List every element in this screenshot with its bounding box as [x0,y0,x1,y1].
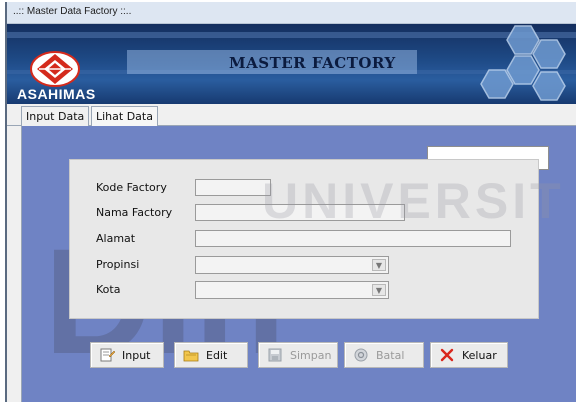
edit-button-label: Edit [206,348,228,362]
save-disk-icon [268,348,282,362]
label-alamat: Alamat [96,232,136,245]
tab-bar: Input Data Lihat Data [7,104,576,127]
keluar-button[interactable]: Keluar [430,342,508,368]
label-kode-factory: Kode Factory [96,181,167,194]
cancel-circle-icon [354,348,368,362]
batal-button-label: Batal [376,348,405,362]
master-data-factory-window: ..:: Master Data Factory ::.. MASTER FAC… [5,2,576,402]
close-x-icon [440,348,454,362]
nama-factory-input[interactable] [195,204,405,221]
hexagon-decoration-icon [480,25,566,101]
factory-form-panel: Kode Factory Nama Factory Alamat Propins… [69,159,539,319]
simpan-button-label: Simpan [290,348,332,362]
asahimas-logo-icon [30,51,80,87]
label-kota: Kota [96,283,121,296]
input-button-label: Input [122,348,151,362]
kode-factory-input[interactable] [195,179,271,196]
batal-button[interactable]: Batal [344,342,424,368]
window-titlebar[interactable]: ..:: Master Data Factory ::.. [7,2,576,24]
alamat-input[interactable] [195,230,511,247]
add-document-icon [100,348,115,362]
window-title: ..:: Master Data Factory ::.. [13,6,132,17]
kota-dropdown[interactable]: ▼ [195,281,389,299]
label-propinsi: Propinsi [96,258,140,271]
keluar-button-label: Keluar [462,348,497,362]
tab-input-data[interactable]: Input Data [21,106,90,127]
banner-title: MASTER FACTORY [229,54,396,72]
label-nama-factory: Nama Factory [96,206,173,219]
edit-button[interactable]: Edit [174,342,248,368]
simpan-button[interactable]: Simpan [258,342,338,368]
chevron-down-icon[interactable]: ▼ [372,284,386,296]
input-button[interactable]: Input [90,342,164,368]
propinsi-dropdown[interactable]: ▼ [195,256,389,274]
chevron-down-icon[interactable]: ▼ [372,259,386,271]
tab-lihat-data[interactable]: Lihat Data [91,106,158,126]
tab-content-input-data: Din Kode Factory Nama Factory Alamat Pro… [21,126,576,402]
header-banner: MASTER FACTORY ASAHIMAS [7,24,576,104]
brand-name: ASAHIMAS [17,86,96,102]
folder-edit-icon [183,350,199,362]
